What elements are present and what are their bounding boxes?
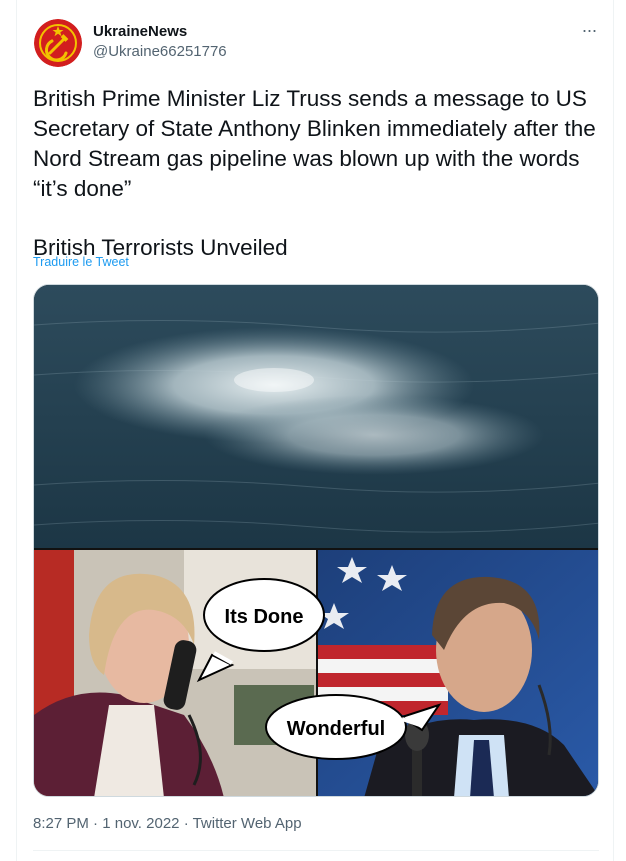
hammer-sickle-icon — [34, 19, 82, 67]
tweet-media[interactable]: Its Done Wonderful — [33, 284, 599, 797]
tweet-date[interactable]: 1 nov. 2022 — [102, 815, 179, 832]
tweet-timestamp: 8:27 PM · 1 nov. 2022 · Twitter Web App — [33, 814, 302, 834]
tweet-source[interactable]: Twitter Web App — [193, 815, 302, 832]
tweet-time[interactable]: 8:27 PM — [33, 815, 89, 832]
author-handle[interactable]: @Ukraine66251776 — [93, 43, 227, 61]
author-name[interactable]: UkraineNews — [93, 23, 187, 41]
separator: · — [93, 815, 99, 832]
tweet-text-paragraph: British Prime Minister Liz Truss sends a… — [33, 86, 596, 201]
translate-link[interactable]: Traduire le Tweet — [33, 255, 129, 269]
separator: · — [183, 815, 189, 832]
more-icon[interactable]: ··· — [574, 20, 604, 44]
divider — [33, 850, 599, 851]
tweet-text: British Prime Minister Liz Truss sends a… — [33, 84, 603, 263]
bubble-right-text: Wonderful — [287, 718, 386, 740]
avatar[interactable] — [34, 19, 82, 67]
bubble-left-text: Its Done — [225, 606, 304, 628]
media-image: Its Done Wonderful — [34, 285, 598, 796]
